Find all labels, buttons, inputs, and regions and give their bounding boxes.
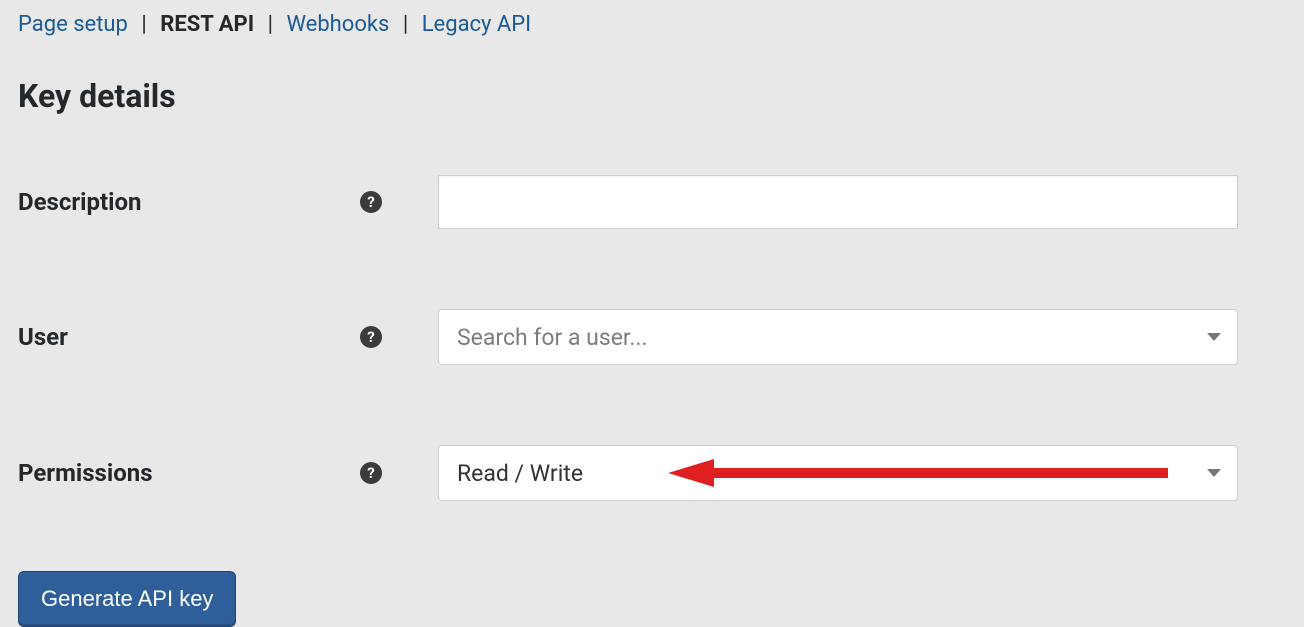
permissions-label: Permissions bbox=[18, 459, 153, 487]
row-description: Description ? bbox=[18, 175, 1286, 229]
tab-rest-api[interactable]: REST API bbox=[160, 12, 254, 37]
help-icon[interactable]: ? bbox=[360, 326, 382, 348]
chevron-down-icon bbox=[1207, 469, 1221, 477]
tab-page-setup[interactable]: Page setup bbox=[18, 12, 128, 37]
section-title: Key details bbox=[18, 77, 1286, 115]
label-cell: User ? bbox=[18, 323, 438, 351]
user-label: User bbox=[18, 323, 68, 351]
help-icon[interactable]: ? bbox=[360, 191, 382, 213]
permissions-select[interactable]: Read / Write bbox=[438, 445, 1238, 501]
generate-api-key-button[interactable]: Generate API key bbox=[18, 571, 236, 627]
field-cell: Search for a user... bbox=[438, 309, 1238, 365]
tabs-nav: Page setup | REST API | Webhooks | Legac… bbox=[18, 12, 1286, 37]
help-icon[interactable]: ? bbox=[360, 462, 382, 484]
description-input[interactable] bbox=[438, 175, 1238, 229]
field-cell: Read / Write bbox=[438, 445, 1238, 501]
permissions-select-value: Read / Write bbox=[457, 460, 1193, 487]
user-select[interactable]: Search for a user... bbox=[438, 309, 1238, 365]
row-permissions: Permissions ? Read / Write bbox=[18, 445, 1286, 501]
label-cell: Description ? bbox=[18, 188, 438, 216]
chevron-down-icon bbox=[1207, 333, 1221, 341]
tab-webhooks[interactable]: Webhooks bbox=[286, 12, 389, 37]
tab-legacy-api[interactable]: Legacy API bbox=[422, 12, 531, 37]
tab-separator: | bbox=[403, 12, 408, 37]
field-cell bbox=[438, 175, 1238, 229]
label-cell: Permissions ? bbox=[18, 459, 438, 487]
user-select-placeholder: Search for a user... bbox=[457, 324, 1193, 351]
row-user: User ? Search for a user... bbox=[18, 309, 1286, 365]
description-label: Description bbox=[18, 188, 142, 216]
tab-separator: | bbox=[268, 12, 273, 37]
tab-separator: | bbox=[141, 12, 146, 37]
